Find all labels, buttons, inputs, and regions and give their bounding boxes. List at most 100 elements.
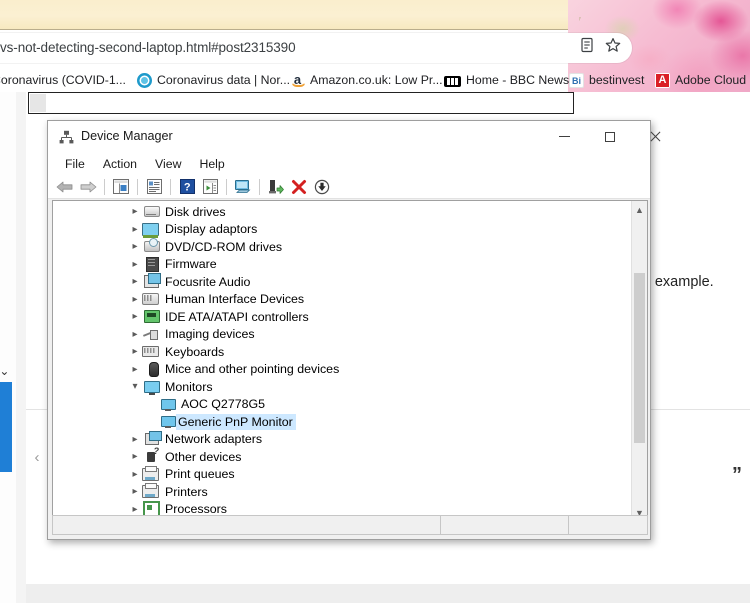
tree-row[interactable]: ▸ Display adaptors — [53, 221, 632, 239]
menu-action[interactable]: Action — [94, 155, 146, 173]
menu-view[interactable]: View — [146, 155, 190, 173]
status-cell-2 — [441, 516, 569, 534]
tree-row[interactable]: ▸ Imaging devices — [53, 326, 632, 344]
forward-icon — [80, 181, 97, 192]
adobe-icon — [655, 72, 670, 88]
show-hide-action-pane-button[interactable] — [199, 176, 221, 198]
tree-row[interactable]: ▸ IDE ATA/ATAPI controllers — [53, 308, 632, 326]
page-dropdown[interactable]: rs ⌄ — [0, 364, 9, 378]
help-button[interactable]: ? — [176, 176, 198, 198]
bbc-icon — [444, 75, 461, 87]
tree-item-label: Imaging devices — [165, 327, 255, 342]
address-bar[interactable]: vs-not-detecting-second-laptop.html#post… — [0, 33, 632, 63]
window-title: Device Manager — [81, 129, 173, 143]
tree-row[interactable]: ▸ Mice and other pointing devices — [53, 361, 632, 379]
toolbar-separator — [226, 178, 227, 195]
bookmark-item-1[interactable]: Coronavirus data | Nor... — [137, 68, 290, 92]
monitor-icon — [160, 396, 177, 412]
tree-row[interactable]: ▸ Focusrite Audio — [53, 273, 632, 291]
back-button[interactable] — [54, 176, 76, 198]
bookmark-item-2[interactable]: a Amazon.co.uk: Low Pr... — [290, 68, 443, 92]
show-hide-console-tree-button[interactable] — [110, 176, 132, 198]
mouse-icon — [145, 361, 162, 377]
tree-item-label: Mice and other pointing devices — [165, 362, 340, 377]
device-manager-window: Device Manager File Action View Help ? ▸… — [47, 120, 651, 540]
tree-row[interactable]: ▸ Network adapters — [53, 431, 632, 449]
disable-device-button[interactable] — [311, 176, 333, 198]
chevron-right-icon[interactable]: ▸ — [127, 466, 143, 483]
device-manager-toolbar: ? — [48, 175, 650, 199]
update-driver-icon — [269, 179, 284, 194]
screenshot-root: vs-not-detecting-second-laptop.html#post… — [0, 0, 750, 603]
chevron-right-icon[interactable]: ▸ — [127, 238, 143, 255]
bookmark-label: Amazon.co.uk: Low Pr... — [310, 73, 443, 87]
chevron-right-icon[interactable]: ▸ — [127, 203, 143, 220]
reader-mode-icon[interactable] — [578, 36, 596, 54]
page-input-box[interactable] — [28, 92, 574, 114]
tree-row[interactable]: ▸ Printers — [53, 483, 632, 501]
scan-for-hardware-changes-icon — [235, 179, 251, 193]
menu-file[interactable]: File — [56, 155, 94, 173]
toolbar-separator — [104, 178, 105, 195]
bestinvest-icon: Bi — [569, 72, 584, 88]
tree-item-label: AOC Q2778G5 — [181, 397, 266, 412]
bookmark-label: Coronavirus data | Nor... — [157, 73, 291, 87]
tree-row[interactable]: ▾ Monitors — [53, 378, 632, 396]
tree-row[interactable]: ▸ Disk drives — [53, 203, 632, 221]
close-button[interactable] — [632, 121, 677, 152]
chevron-right-icon[interactable]: ▸ — [127, 256, 143, 273]
maximize-button[interactable] — [587, 121, 632, 152]
tree-row[interactable]: ▸ DVD/CD-ROM drives — [53, 238, 632, 256]
bookmark-star-icon[interactable] — [604, 36, 622, 54]
chevron-right-icon[interactable]: ▸ — [127, 308, 143, 325]
tree-row[interactable]: ▸ Firmware — [53, 256, 632, 274]
tree-row-selected[interactable]: Generic PnP Monitor — [53, 413, 632, 431]
uninstall-device-button[interactable] — [288, 176, 310, 198]
chevron-right-icon[interactable]: ▸ — [127, 273, 143, 290]
minimize-button[interactable] — [542, 121, 587, 152]
hid-icon — [142, 291, 159, 307]
tree-item-label: Display adaptors — [165, 222, 258, 237]
scrollbar-thumb[interactable] — [634, 273, 645, 443]
chevron-right-icon[interactable]: ▸ — [127, 361, 143, 378]
tree-row[interactable]: ▸ Print queues — [53, 465, 632, 484]
tree-item-label: Printers — [165, 484, 208, 499]
update-driver-button[interactable] — [265, 176, 287, 198]
page-collapse-chevron-icon[interactable]: ‹ — [26, 447, 48, 469]
tree-item-label: Print queues — [165, 467, 235, 482]
tree-row[interactable]: ▸ Human Interface Devices — [53, 291, 632, 309]
chevron-right-icon[interactable]: ▸ — [127, 431, 143, 448]
forward-button[interactable] — [77, 176, 99, 198]
device-tree-scrollbar[interactable]: ▲ ▼ — [631, 201, 647, 521]
chevron-right-icon[interactable]: ▸ — [127, 343, 143, 360]
chevron-right-icon[interactable]: ▸ — [127, 291, 143, 308]
tree-row[interactable]: AOC Q2778G5 — [53, 396, 632, 414]
tree-item-label: Other devices — [165, 449, 242, 464]
bookmark-item-4[interactable]: Bi bestinvest — [569, 68, 644, 92]
device-manager-titlebar[interactable]: Device Manager — [48, 121, 650, 152]
scan-for-hardware-changes-button[interactable] — [232, 176, 254, 198]
tree-row[interactable]: ▸ Other devices — [53, 447, 632, 466]
device-manager-menubar: File Action View Help — [48, 152, 650, 175]
device-tree-panel: ▸ Disk drives ▸ Display adaptors ▸ DVD/C… — [52, 200, 648, 522]
tree-row[interactable]: ▸ Keyboards — [53, 343, 632, 361]
chevron-right-icon[interactable]: ▸ — [127, 483, 143, 500]
properties-button[interactable] — [143, 176, 165, 198]
tree-item-label: Firmware — [165, 257, 217, 272]
tree-item-label: Disk drives — [165, 204, 226, 219]
menu-help[interactable]: Help — [190, 155, 233, 173]
globe-icon — [137, 72, 152, 88]
bookmark-item-5[interactable]: Adobe Cloud — [655, 68, 746, 92]
page-input-handle — [30, 94, 46, 112]
properties-icon — [146, 179, 162, 194]
bookmark-item-0[interactable]: Coronavirus (COVID-1... — [0, 68, 126, 92]
chevron-right-icon[interactable]: ▸ — [127, 448, 143, 465]
bookmark-label: bestinvest — [589, 73, 645, 87]
chevron-right-icon[interactable]: ▸ — [127, 221, 143, 238]
bookmark-item-3[interactable]: Home - BBC News — [444, 68, 569, 92]
scroll-up-icon[interactable]: ▲ — [632, 201, 647, 218]
chevron-right-icon[interactable]: ▸ — [127, 326, 143, 343]
chevron-down-icon[interactable]: ▾ — [127, 378, 143, 395]
device-tree[interactable]: ▸ Disk drives ▸ Display adaptors ▸ DVD/C… — [53, 203, 632, 521]
monitor-group-icon — [143, 379, 160, 395]
